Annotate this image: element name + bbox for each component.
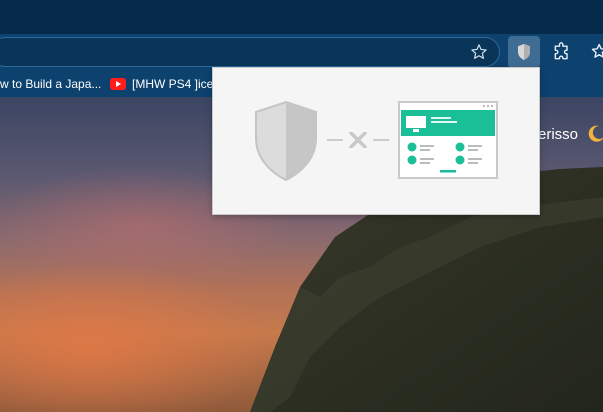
puzzle-icon [554,42,568,60]
extension-popup [212,67,540,215]
extensions-button[interactable] [548,38,576,66]
moon-icon [588,125,603,142]
bookmark-label: w to Build a Japa... [0,77,102,91]
link-broken-icon [327,132,389,148]
user-name-text: erisso [538,125,579,143]
webpage-icon [398,101,498,179]
bookmark-item[interactable]: [MHW PS4 ]ice] [110,77,217,91]
bookmark-label: [MHW PS4 ]ice] [132,77,217,91]
favorites-button[interactable] [586,38,603,66]
bookmark-item[interactable]: w to Build a Japa... [0,77,101,91]
shield-icon [518,44,530,60]
page-user-greeting: erisso [538,124,603,144]
address-bar[interactable] [0,37,500,67]
youtube-icon [110,78,126,90]
star-icon [471,44,487,59]
tab-strip [0,0,603,34]
bookmark-star-button[interactable] [467,40,491,64]
shield-extension-button[interactable] [508,36,540,68]
favorites-icon [591,43,603,58]
shield-icon [255,100,317,182]
